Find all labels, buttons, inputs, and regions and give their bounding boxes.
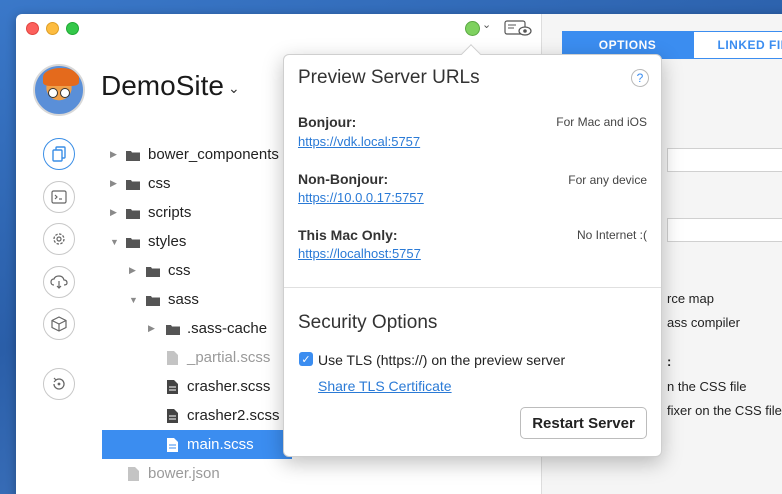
option-label: ass compiler [667, 315, 740, 330]
option-field[interactable] [667, 218, 782, 242]
security-title: Security Options [298, 312, 438, 333]
tree-row[interactable]: ▶ css [102, 256, 292, 285]
option-label: fixer on the CSS file [667, 403, 782, 418]
option-label: rce map [667, 291, 714, 306]
server-desc: For any device [568, 173, 647, 187]
disclosure-arrow-open-icon[interactable]: ▼ [110, 237, 119, 247]
file-icon [167, 350, 178, 365]
server-name: This Mac Only: [298, 227, 398, 243]
file-icon [167, 379, 178, 394]
tree-item-label: bower_components [148, 146, 279, 163]
popover-title: Preview Server URLs [298, 67, 480, 88]
folder-icon [146, 266, 160, 277]
terminal-icon[interactable] [43, 181, 75, 213]
server-url-link[interactable]: https://localhost:5757 [298, 246, 421, 261]
tree-item-label: crasher.scss [187, 378, 271, 395]
server-desc: For Mac and iOS [556, 115, 647, 129]
restart-server-button[interactable]: Restart Server [520, 407, 647, 439]
folder-icon [126, 179, 140, 190]
tree-item-label: main.scss [187, 436, 254, 453]
tree-row[interactable]: crasher.scss [102, 372, 292, 401]
tree-row[interactable]: ▶ bower_components [102, 140, 292, 169]
tree-row[interactable]: crasher2.scss [102, 401, 292, 430]
server-status-icon[interactable] [465, 21, 480, 36]
tab-linked-files[interactable]: LINKED FIL [693, 31, 782, 59]
avatar[interactable] [33, 64, 85, 116]
tree-row[interactable]: ▼ styles [102, 227, 292, 256]
refresh-icon[interactable] [43, 368, 75, 400]
share-tls-link[interactable]: Share TLS Certificate [318, 378, 452, 394]
server-url-link[interactable]: https://10.0.0.17:5757 [298, 190, 424, 205]
option-label: n the CSS file [667, 379, 747, 394]
folder-icon [126, 150, 140, 161]
tree-row[interactable]: ▶ scripts [102, 198, 292, 227]
divider [284, 287, 661, 288]
tree-row[interactable]: ▶ .sass-cache [102, 314, 292, 343]
folder-icon [126, 237, 140, 248]
chevron-down-icon[interactable]: ⌄ [482, 18, 491, 31]
file-icon [167, 408, 178, 423]
tree-item-label: styles [148, 233, 187, 250]
gear-icon[interactable] [43, 223, 75, 255]
preview-server-popover: Preview Server URLs ? Bonjour: For Mac a… [283, 44, 662, 457]
close-window-button[interactable] [26, 22, 39, 35]
tls-label[interactable]: Use TLS (https://) on the preview server [318, 352, 565, 368]
disclosure-arrow-icon[interactable]: ▶ [110, 149, 117, 160]
tree-item-label: bower.json [148, 465, 220, 482]
file-icon [128, 466, 139, 481]
folder-icon [126, 208, 140, 219]
disclosure-arrow-icon[interactable]: ▶ [110, 207, 117, 218]
tls-checkbox[interactable]: ✓ [299, 352, 313, 366]
tree-item-label: _partial.scss [187, 349, 271, 366]
tree-item-label: .sass-cache [187, 320, 268, 337]
zoom-window-button[interactable] [66, 22, 79, 35]
disclosure-arrow-icon[interactable]: ▶ [129, 265, 136, 276]
server-desc: No Internet :( [576, 228, 647, 242]
folder-icon [166, 324, 180, 335]
folder-icon [146, 295, 160, 306]
tree-row[interactable]: bower.json [102, 459, 292, 488]
option-heading: : [667, 354, 672, 369]
server-name: Non-Bonjour: [298, 171, 389, 187]
tree-item-label: css [168, 262, 191, 279]
tree-item-label: sass [168, 291, 199, 308]
minimize-window-button[interactable] [46, 22, 59, 35]
disclosure-arrow-open-icon[interactable]: ▼ [129, 295, 138, 305]
tree-row[interactable]: ▼ sass [102, 285, 292, 314]
tree-row-selected[interactable]: main.scss [102, 430, 292, 459]
cloud-icon[interactable] [43, 266, 75, 298]
files-icon[interactable] [43, 138, 75, 170]
tree-item-label: css [148, 175, 171, 192]
eye-preview-icon[interactable] [504, 20, 532, 38]
site-title[interactable]: DemoSite [101, 70, 224, 102]
help-icon[interactable]: ? [631, 69, 649, 87]
disclosure-arrow-icon[interactable]: ▶ [110, 178, 117, 189]
tree-item-label: scripts [148, 204, 192, 221]
tree-row[interactable]: ▶ css [102, 169, 292, 198]
chevron-down-icon[interactable]: ⌄ [228, 80, 240, 97]
option-field[interactable] [667, 148, 782, 172]
disclosure-arrow-icon[interactable]: ▶ [148, 323, 155, 334]
package-icon[interactable] [43, 308, 75, 340]
tree-item-label: crasher2.scss [187, 407, 280, 424]
server-url-link[interactable]: https://vdk.local:5757 [298, 134, 420, 149]
tree-row[interactable]: _partial.scss [102, 343, 292, 372]
server-name: Bonjour: [298, 114, 357, 130]
file-icon [167, 437, 178, 452]
